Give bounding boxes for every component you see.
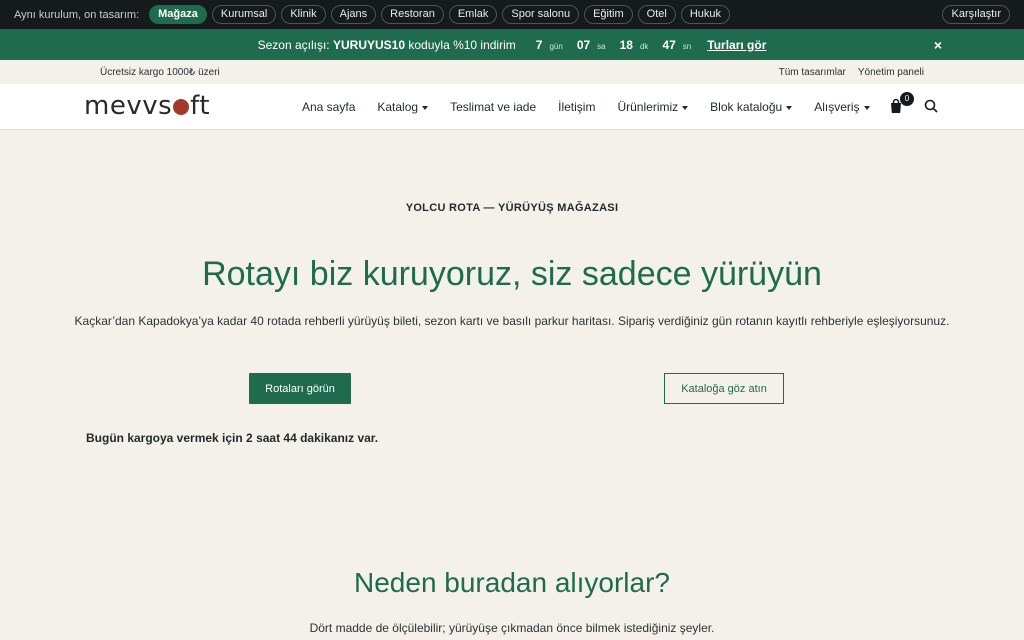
search-button[interactable] [924, 99, 940, 115]
countdown-days: 7 [535, 37, 543, 52]
countdown-hours-unit: sa [597, 41, 606, 51]
chip-ajans[interactable]: Ajans [330, 5, 377, 24]
countdown-seconds-unit: sn [682, 41, 692, 51]
countdown-seconds: 47 [662, 37, 676, 52]
admin-panel-link[interactable]: Yönetim paneli [858, 67, 924, 78]
logo-text-end: ft [190, 91, 211, 121]
chip-klinik[interactable]: Klinik [281, 5, 326, 24]
promo-banner: Sezon açılışı: YURUYUS10 koduyla %10 ind… [0, 29, 1024, 60]
logo-text-start: mevvs [84, 91, 173, 121]
utility-links: Tüm tasarımlar Yönetim paneli [779, 67, 924, 78]
promo-code: YURUYUS10 [333, 37, 406, 52]
nav-shopping[interactable]: Alışveriş [814, 100, 870, 114]
logo-dot [173, 99, 190, 115]
nav-home[interactable]: Ana sayfa [302, 100, 355, 114]
promo-prefix: Sezon açılışı: [257, 37, 330, 52]
countdown-days-unit: gün [549, 41, 563, 51]
nav-catalog-label: Katalog [377, 100, 419, 114]
promo-cta-link[interactable]: Turları gör [707, 38, 766, 52]
chip-emlak[interactable]: Emlak [448, 5, 498, 24]
why-section-subtitle: Dört madde de ölçülebilir; yürüyüşe çıkm… [309, 621, 715, 635]
chevron-down-icon [863, 105, 870, 110]
all-designs-link[interactable]: Tüm tasarımlar [779, 67, 846, 78]
nav-block-catalog-label: Blok kataloğu [710, 100, 783, 114]
nav-shopping-label: Alışveriş [814, 100, 860, 114]
main-nav: Ana sayfa Katalog Teslimat ve iade İleti… [302, 100, 892, 114]
cart-button[interactable]: 0 [888, 92, 914, 116]
demo-label: Aynı kurulum, on tasarım: [14, 8, 140, 21]
countdown-minutes-unit: dk [639, 41, 649, 51]
chevron-down-icon [682, 105, 689, 110]
nav-delivery[interactable]: Teslimat ve iade [450, 100, 536, 114]
utility-bar: Ücretsiz kargo 1000₺ üzeri Tüm tasarımla… [0, 60, 1024, 84]
why-section-title: Neden buradan alıyorlar? [354, 567, 670, 598]
nav-products[interactable]: Ürünlerimiz [617, 100, 689, 114]
browse-catalog-button[interactable]: Kataloğa göz atın [664, 373, 784, 404]
shipping-deadline-note: Bugün kargoya vermek için 2 saat 44 daki… [86, 431, 379, 445]
nav-catalog[interactable]: Katalog [377, 100, 429, 114]
free-shipping-note: Ücretsiz kargo 1000₺ üzeri [100, 67, 220, 78]
compare-button[interactable]: Karşılaştır [942, 5, 1010, 24]
nav-products-label: Ürünlerimiz [617, 100, 679, 114]
site-header: mevvs ft Ana sayfa Katalog Teslimat ve ia… [0, 84, 1024, 130]
chevron-down-icon [422, 105, 429, 110]
nav-block-catalog[interactable]: Blok kataloğu [710, 100, 793, 114]
nav-contact[interactable]: İletişim [558, 100, 595, 114]
nav-home-label: Ana sayfa [302, 100, 356, 114]
search-icon [924, 99, 938, 113]
view-routes-button[interactable]: Rotaları görün [249, 373, 351, 404]
promo-suffix: koduyla %10 indirim [408, 37, 516, 52]
demo-chips: Mağaza Kurumsal Klinik Ajans Restoran Em… [149, 5, 731, 24]
chevron-down-icon [786, 105, 793, 110]
chip-spor-salonu[interactable]: Spor salonu [502, 5, 580, 24]
chip-hukuk[interactable]: Hukuk [680, 5, 731, 24]
countdown: 7 gün 07 sa 18 dk 47 sn [536, 38, 705, 52]
hero-subtitle: Kaçkar’dan Kapadokya’ya kadar 40 rotada … [74, 314, 950, 328]
close-icon[interactable]: × [934, 37, 942, 53]
hero-eyebrow: YOLCU ROTA — YÜRÜYÜŞ MAĞAZASI [405, 202, 619, 214]
cart-count-badge: 0 [900, 92, 914, 106]
logo[interactable]: mevvs ft [84, 91, 210, 121]
chip-otel[interactable]: Otel [637, 5, 676, 24]
countdown-hours: 07 [576, 37, 591, 52]
countdown-minutes: 18 [619, 37, 633, 52]
demo-switcher-bar: Aynı kurulum, on tasarım: Mağaza Kurumsa… [0, 0, 1024, 29]
chip-egitim[interactable]: Eğitim [584, 5, 633, 24]
chip-magaza[interactable]: Mağaza [149, 5, 207, 24]
nav-contact-label: İletişim [558, 100, 596, 114]
nav-delivery-label: Teslimat ve iade [450, 100, 537, 114]
chip-restoran[interactable]: Restoran [381, 5, 444, 24]
chip-kurumsal[interactable]: Kurumsal [211, 5, 277, 24]
hero-title: Rotayı biz kuruyoruz, siz sadece yürüyün [202, 255, 822, 293]
